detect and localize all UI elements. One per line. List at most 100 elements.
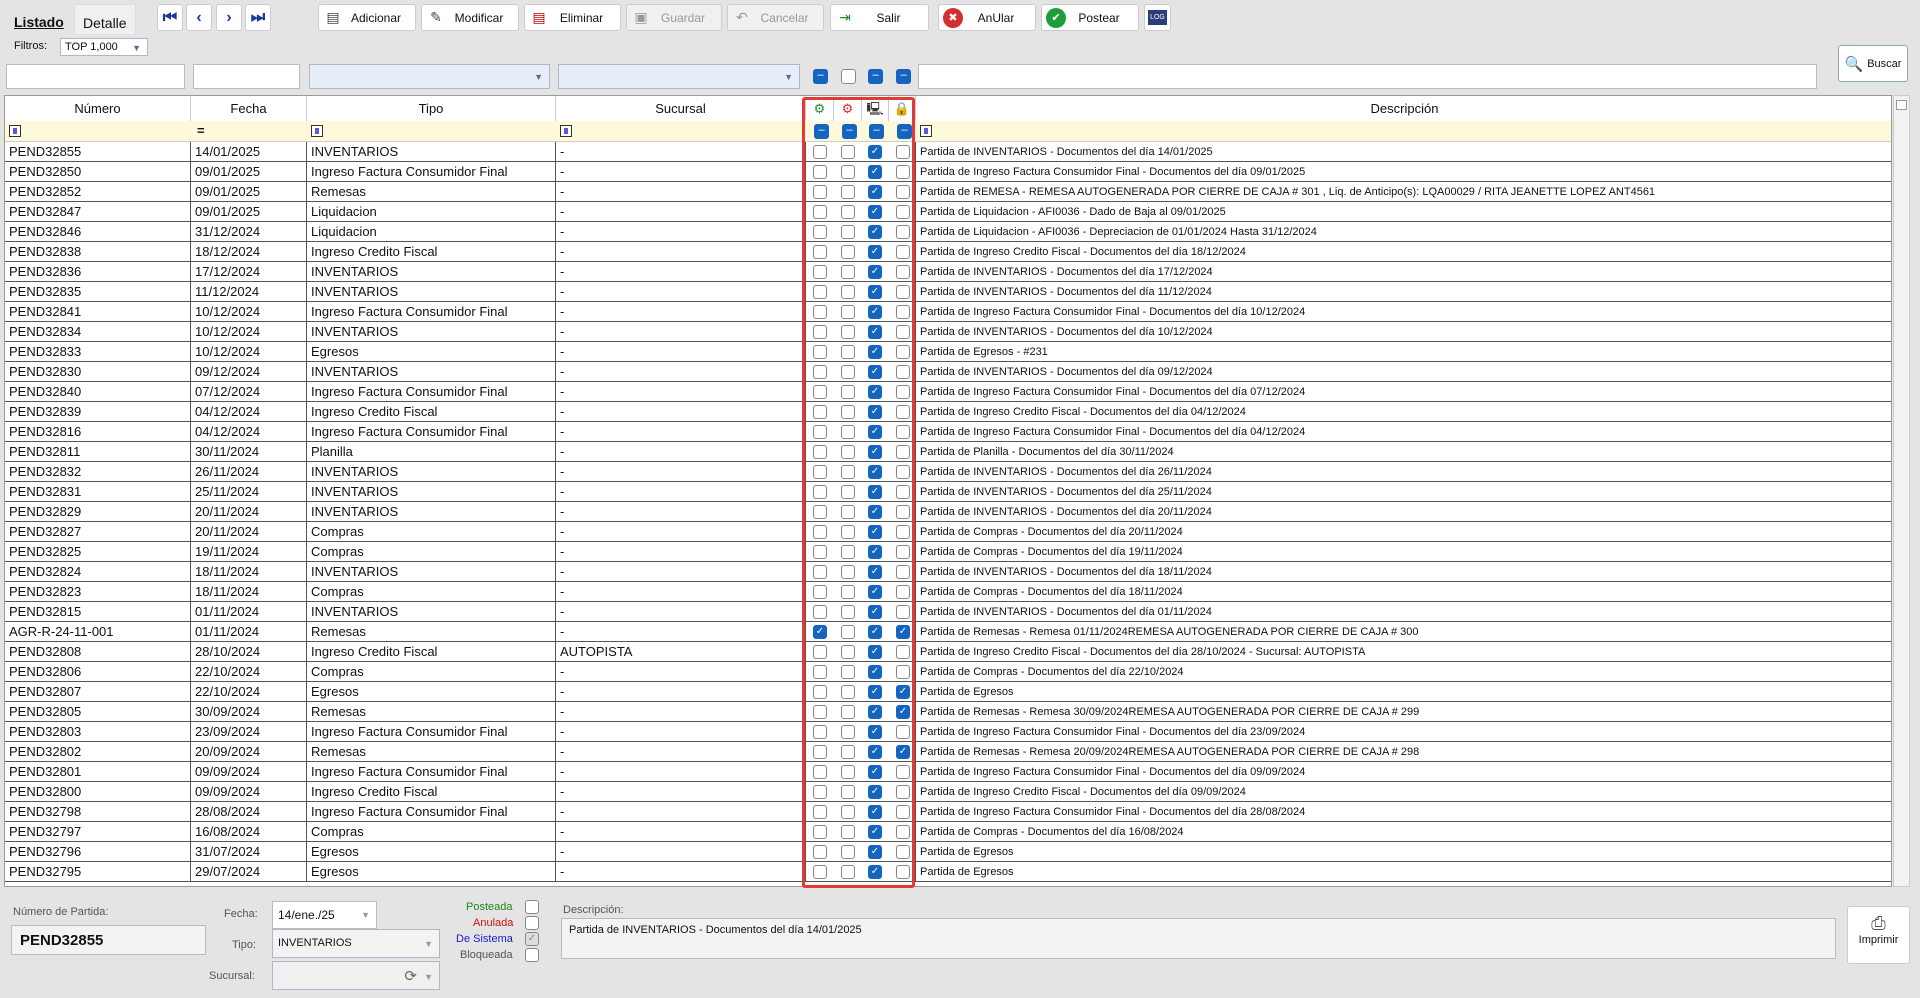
bloqueada-checkbox[interactable] (896, 325, 910, 339)
sistema-checkbox[interactable]: ✓ (868, 765, 882, 779)
anulada-checkbox[interactable] (841, 825, 855, 839)
bloqueada-checkbox[interactable] (896, 785, 910, 799)
eliminar-button[interactable]: ▤Eliminar (524, 4, 621, 31)
anulada-checkbox[interactable] (841, 565, 855, 579)
sistema-checkbox[interactable]: ✓ (868, 165, 882, 179)
sistema-checkbox[interactable]: ✓ (868, 845, 882, 859)
posteada-checkbox[interactable] (813, 525, 827, 539)
table-row[interactable]: PEND3284007/12/2024Ingreso Factura Consu… (5, 382, 1892, 402)
table-row[interactable]: PEND3283904/12/2024Ingreso Credito Fisca… (5, 402, 1892, 422)
bloqueada-checkbox[interactable] (896, 305, 910, 319)
posteada-checkbox[interactable] (813, 565, 827, 579)
bloqueada-checkbox[interactable] (896, 345, 910, 359)
bloqueada-filter-toggle[interactable]: – (896, 69, 911, 84)
anulada-checkbox[interactable] (841, 765, 855, 779)
sistema-filter-toggle[interactable]: – (868, 69, 883, 84)
fecha-filter-input[interactable] (193, 64, 300, 89)
refresh-icon[interactable]: ⟳ (404, 967, 417, 985)
posteada-checkbox[interactable] (813, 425, 827, 439)
bloqueada-checkbox[interactable]: ✓ (896, 625, 910, 639)
posteada-checkbox[interactable] (813, 825, 827, 839)
sistema-checkbox[interactable]: ✓ (868, 225, 882, 239)
anulada-checkbox[interactable] (841, 505, 855, 519)
anulada-checkbox[interactable] (841, 225, 855, 239)
de-sistema-checkbox[interactable]: ✓ (525, 932, 539, 946)
bloqueada-checkbox[interactable] (896, 725, 910, 739)
sistema-checkbox[interactable]: ✓ (868, 665, 882, 679)
sucursal-filter-select[interactable]: ▼ (558, 64, 800, 89)
table-row[interactable]: PEND3283818/12/2024Ingreso Credito Fisca… (5, 242, 1892, 262)
table-row[interactable]: PEND3285009/01/2025Ingreso Factura Consu… (5, 162, 1892, 182)
anulada-checkbox[interactable] (841, 865, 855, 879)
sistema-checkbox[interactable]: ✓ (868, 625, 882, 639)
anulada-checkbox[interactable] (841, 365, 855, 379)
descripcion-filter-input[interactable] (918, 64, 1817, 89)
posteada-checkbox[interactable] (813, 785, 827, 799)
anulada-checkbox[interactable] (841, 345, 855, 359)
sistema-checkbox[interactable]: ✓ (868, 185, 882, 199)
bloqueada-checkbox[interactable] (896, 525, 910, 539)
anulada-checkbox[interactable] (841, 745, 855, 759)
bloqueada-checkbox[interactable] (896, 445, 910, 459)
posteada-checkbox[interactable] (813, 745, 827, 759)
posteada-checkbox[interactable] (813, 645, 827, 659)
bloqueada-checkbox[interactable]: ✓ (896, 685, 910, 699)
table-row[interactable]: PEND3283410/12/2024INVENTARIOS-✓Partida … (5, 322, 1892, 342)
tab-listado[interactable]: Listado (6, 4, 72, 34)
posteada-checkbox[interactable] (813, 305, 827, 319)
descripcion-field[interactable]: Partida de INVENTARIOS - Documentos del … (561, 918, 1836, 959)
log-button[interactable]: LOG (1144, 4, 1171, 31)
posteada-checkbox[interactable] (813, 545, 827, 559)
imprimir-button[interactable]: ⎙Imprimir (1847, 906, 1910, 964)
sistema-checkbox[interactable]: ✓ (868, 825, 882, 839)
anulada-filter-toggle[interactable] (841, 69, 856, 84)
posteada-checkbox[interactable] (813, 585, 827, 599)
filter-operator-icon[interactable] (9, 125, 21, 137)
table-row[interactable]: PEND3282720/11/2024Compras-✓Partida de C… (5, 522, 1892, 542)
bloqueada-checkbox[interactable] (896, 605, 910, 619)
posteada-checkbox[interactable] (813, 465, 827, 479)
anulada-checkbox[interactable] (841, 685, 855, 699)
bloqueada-checkbox[interactable] (896, 205, 910, 219)
salir-button[interactable]: ⇥Salir (830, 4, 929, 31)
sistema-checkbox[interactable]: ✓ (868, 145, 882, 159)
bloqueada-checkbox[interactable] (896, 385, 910, 399)
posteada-checkbox[interactable] (813, 365, 827, 379)
anulada-checkbox[interactable] (841, 385, 855, 399)
posteada-checkbox[interactable]: ✓ (813, 625, 827, 639)
top-filter-select[interactable]: TOP 1,000▼ (60, 38, 148, 56)
bloqueada-checkbox[interactable] (896, 225, 910, 239)
posteada-checkbox[interactable] (813, 445, 827, 459)
bloqueada-checkbox[interactable] (896, 505, 910, 519)
table-row[interactable]: PEND3285209/01/2025Remesas-✓Partida de R… (5, 182, 1892, 202)
sistema-checkbox[interactable]: ✓ (868, 445, 882, 459)
anulada-checkbox[interactable] (841, 265, 855, 279)
table-row[interactable]: PEND3279828/08/2024Ingreso Factura Consu… (5, 802, 1892, 822)
table-row[interactable]: PEND3283511/12/2024INVENTARIOS-✓Partida … (5, 282, 1892, 302)
anulada-checkbox[interactable] (841, 425, 855, 439)
next-record-button[interactable]: › (216, 4, 242, 31)
posteada-column-filter[interactable]: – (814, 124, 829, 139)
anulada-checkbox[interactable] (841, 245, 855, 259)
bloqueada-checkbox[interactable]: ✓ (896, 745, 910, 759)
posteada-checkbox[interactable] (813, 345, 827, 359)
tab-detalle[interactable]: Detalle (74, 4, 136, 34)
bloqueada-checkbox[interactable] (896, 845, 910, 859)
posteada-checkbox[interactable] (813, 225, 827, 239)
sistema-checkbox[interactable]: ✓ (868, 465, 882, 479)
header-tipo[interactable]: Tipo (307, 96, 556, 121)
posteada-checkbox[interactable] (813, 805, 827, 819)
anulada-checkbox[interactable] (841, 465, 855, 479)
cancelar-button[interactable]: ↶Cancelar (727, 4, 824, 31)
bloqueada-checkbox[interactable] (896, 405, 910, 419)
anulada-checkbox[interactable] (841, 605, 855, 619)
bloqueada-checkbox[interactable] (896, 805, 910, 819)
bloqueada-checkbox[interactable] (896, 185, 910, 199)
sistema-checkbox[interactable]: ✓ (868, 805, 882, 819)
anular-button[interactable]: ✖AnUlar (938, 4, 1036, 31)
postear-button[interactable]: ✔Postear (1041, 4, 1139, 31)
posteada-checkbox[interactable] (813, 705, 827, 719)
modificar-button[interactable]: ✎Modificar (421, 4, 519, 31)
table-row[interactable]: PEND3280009/09/2024Ingreso Credito Fisca… (5, 782, 1892, 802)
posteada-checkbox[interactable] (813, 665, 827, 679)
